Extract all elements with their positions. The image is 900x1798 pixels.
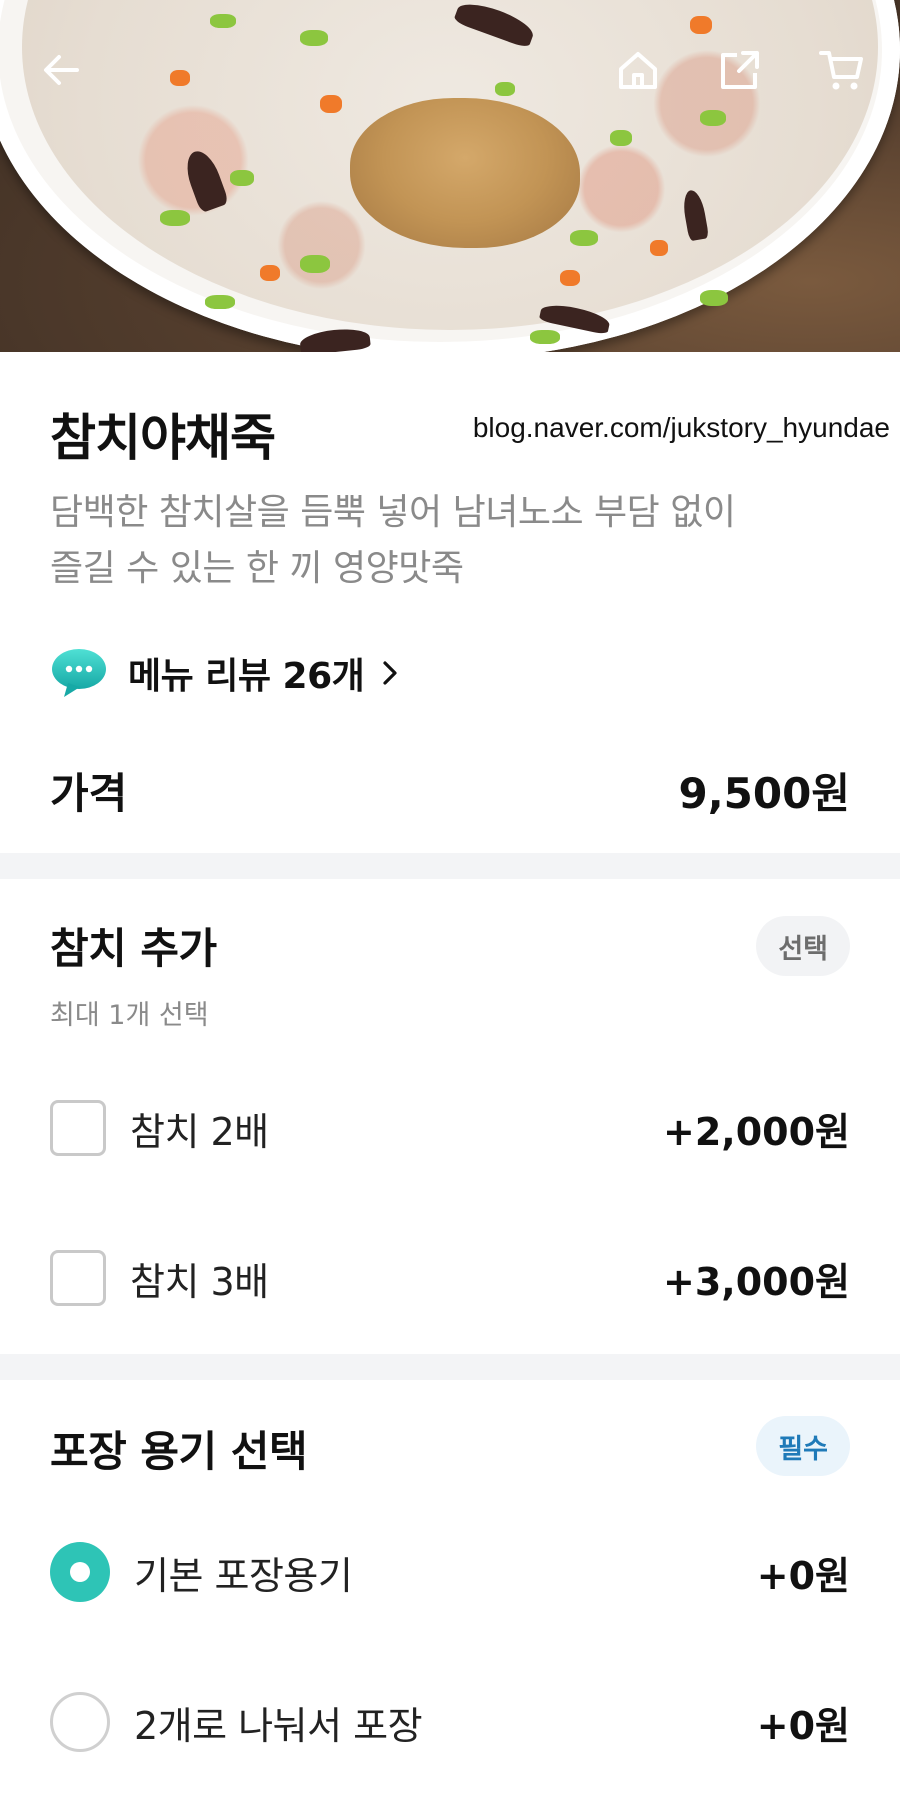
option-row-tuna-3x[interactable]: 참치 3배 +3,000원 [50,1248,850,1308]
garnish [160,210,190,226]
garnish [530,330,560,344]
optional-badge: 선택 [756,916,850,976]
option-radio[interactable] [50,1692,110,1752]
back-arrow-icon [44,55,79,85]
option-label: 참치 2배 [130,1109,269,1154]
chevron-right-icon [383,661,397,685]
garnish [650,240,668,256]
speech-bubble-icon [52,649,106,697]
menu-description: 담백한 참치살을 듬뿍 넣어 남녀노소 부담 없이 즐길 수 있는 한 끼 영양… [50,485,840,597]
review-count-label: 메뉴 리뷰 26개 [128,656,365,697]
share-icon [721,51,759,89]
option-group-title: 참치 추가 [50,924,217,973]
option-group-title: 포장 용기 선택 [50,1427,308,1476]
garnish [170,70,190,86]
option-label: 기본 포장용기 [134,1553,353,1598]
option-label: 참치 3배 [130,1259,269,1304]
garnish [300,30,328,46]
watermark-text: blog.naver.com/jukstory_hyundae [472,412,890,443]
garnish [300,255,330,273]
garnish [690,16,712,34]
garnish [320,95,342,113]
option-price: +2,000원 [663,1109,850,1154]
share-button[interactable] [712,42,768,98]
option-row-tuna-2x[interactable]: 참치 2배 +2,000원 [50,1098,850,1158]
option-radio-selected[interactable] [50,1542,110,1602]
price-value: 9,500원 [678,769,851,818]
section-divider [0,853,900,879]
menu-review-link[interactable]: 메뉴 리뷰 26개 [50,645,402,701]
back-button[interactable] [34,42,90,98]
cart-icon [819,51,863,90]
section-divider [0,1354,900,1380]
description-line: 담백한 참치살을 듬뿍 넣어 남녀노소 부담 없이 [50,492,736,533]
required-badge: 필수 [756,1416,850,1476]
garnish [260,265,280,281]
garnish [495,82,515,96]
garnish [205,295,235,309]
garnish [210,14,236,28]
menu-hero-image [0,0,900,352]
option-checkbox[interactable] [50,1250,106,1306]
garnish [610,130,632,146]
sesame-flakes [350,98,580,248]
title-row: 참치야채죽 blog.naver.com/jukstory_hyundae [50,398,890,468]
option-row-split-container[interactable]: 2개로 나눠서 포장 +0원 [50,1692,850,1752]
garnish [230,170,254,186]
home-button[interactable] [610,42,666,98]
description-line: 즐길 수 있는 한 끼 영양맛죽 [50,548,464,589]
garnish [700,110,726,126]
option-price: +3,000원 [663,1259,850,1304]
menu-title: 참치야채죽 [50,409,276,467]
price-label: 가격 [50,769,128,818]
option-label: 2개로 나눠서 포장 [134,1703,423,1748]
option-checkbox[interactable] [50,1100,106,1156]
garnish [570,230,598,246]
cart-button[interactable] [814,42,870,98]
garnish [700,290,728,306]
option-row-basic-container[interactable]: 기본 포장용기 +0원 [50,1542,850,1602]
garnish [560,270,580,286]
option-price: +0원 [756,1703,850,1748]
option-group-subtitle: 최대 1개 선택 [50,1000,209,1031]
price-row: 가격 9,500원 [50,760,850,820]
option-price: +0원 [756,1553,850,1598]
home-icon [619,52,657,89]
